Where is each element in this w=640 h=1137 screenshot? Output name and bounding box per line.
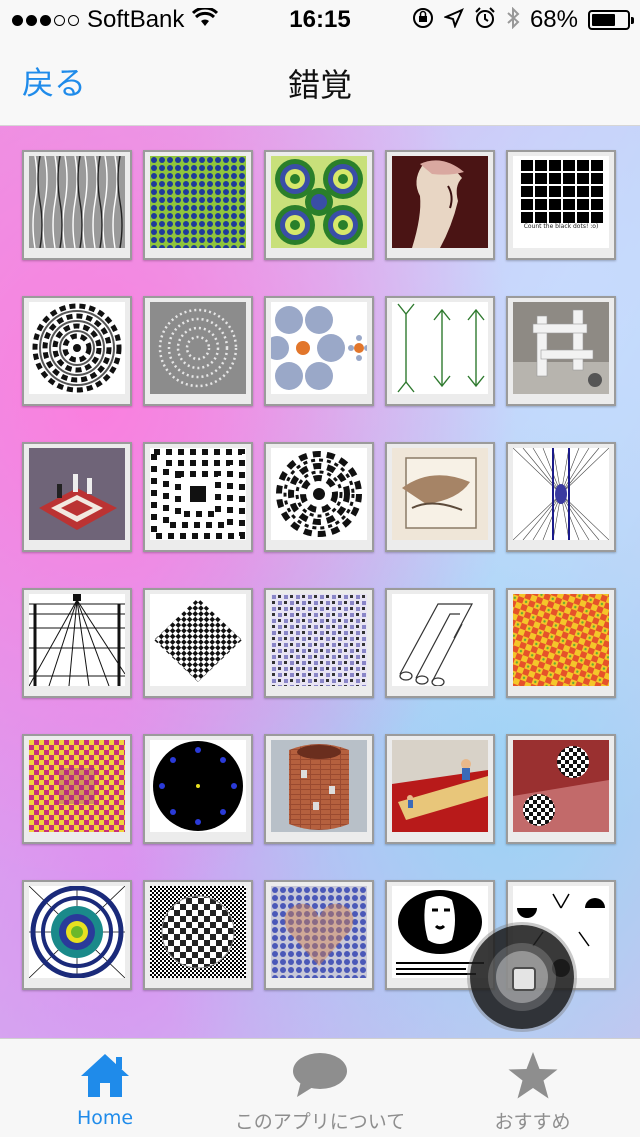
green-blue-dots-icon bbox=[150, 156, 246, 248]
thumb-checkered-spheres[interactable] bbox=[506, 734, 616, 844]
tab-recommended[interactable]: おすすめ bbox=[470, 1039, 595, 1137]
concentric-rings-icon bbox=[29, 886, 125, 978]
battery-percent: 68% bbox=[529, 6, 578, 33]
thumb-muller-lyer-arrows[interactable] bbox=[385, 296, 495, 406]
checker-diamond-icon bbox=[150, 594, 246, 686]
thumbnail-grid: Count the black dots! :o) bbox=[22, 150, 616, 990]
tab-about-app[interactable]: このアプリについて bbox=[220, 1039, 420, 1137]
rotating-snakes-icon bbox=[271, 156, 367, 248]
status-bar: SoftBank 16:15 68% bbox=[0, 0, 640, 40]
ebbinghaus-icon bbox=[271, 302, 367, 394]
assistive-touch-icon bbox=[512, 967, 536, 991]
escher-drawing-icon bbox=[392, 448, 488, 540]
hering-lines-icon bbox=[513, 448, 609, 540]
thumb-rotating-snakes[interactable] bbox=[264, 150, 374, 260]
impossible-structure-icon bbox=[513, 302, 609, 394]
pattern-grid-icon bbox=[271, 594, 367, 686]
checker-vortex-icon bbox=[271, 448, 367, 540]
orientation-lock-icon bbox=[412, 7, 434, 33]
location-icon bbox=[443, 8, 464, 32]
thumb-checker-tunnel[interactable] bbox=[143, 442, 253, 552]
thumb-pattern-grid[interactable] bbox=[264, 588, 374, 698]
impossible-fork-icon bbox=[392, 594, 488, 686]
thumb-spiral-swirl[interactable] bbox=[22, 296, 132, 406]
old-woman-portrait-icon bbox=[392, 156, 488, 248]
thumb-old-young-woman[interactable] bbox=[385, 150, 495, 260]
assistive-touch-ring-inner bbox=[496, 951, 548, 1003]
thumb-impossible-structure[interactable] bbox=[506, 296, 616, 406]
checkered-spheres-icon bbox=[513, 740, 609, 832]
tab-home[interactable]: Home bbox=[40, 1039, 170, 1137]
dots-heart-icon bbox=[271, 886, 367, 978]
thumb-gray-dot-circles[interactable] bbox=[143, 296, 253, 406]
thumb-green-blue-dots[interactable] bbox=[143, 150, 253, 260]
thumb-gray-wavy-lines[interactable] bbox=[22, 150, 132, 260]
thumb-dots-heart[interactable] bbox=[264, 880, 374, 990]
thumb-size-illusion-room[interactable] bbox=[385, 734, 495, 844]
thumb-blue-dots-circle[interactable] bbox=[143, 734, 253, 844]
thumb-perspective-grid[interactable] bbox=[22, 588, 132, 698]
thumb-brick-tower[interactable] bbox=[264, 734, 374, 844]
thumb-hering-lines[interactable] bbox=[506, 442, 616, 552]
battery-icon bbox=[588, 10, 634, 30]
thumb-ebbinghaus-circles[interactable] bbox=[264, 296, 374, 406]
assistive-touch-ring bbox=[488, 943, 556, 1011]
thumb-caption: Count the black dots! :o) bbox=[523, 223, 599, 230]
chess-board-icon bbox=[29, 448, 125, 540]
thumb-red-yellow-pattern[interactable] bbox=[506, 588, 616, 698]
hermann-grid-icon: Count the black dots! :o) bbox=[513, 156, 609, 248]
thumb-checker-diamond[interactable] bbox=[143, 588, 253, 698]
checker-tunnel-icon bbox=[150, 448, 246, 540]
assistive-touch-button[interactable] bbox=[470, 925, 574, 1029]
red-yellow-pattern-icon bbox=[513, 594, 609, 686]
pink-yellow-checker-icon bbox=[29, 740, 125, 832]
thumb-chess-board[interactable] bbox=[22, 442, 132, 552]
page-title: 錯覚 bbox=[287, 66, 352, 104]
thumb-checker-vortex[interactable] bbox=[264, 442, 374, 552]
house-icon bbox=[79, 1051, 131, 1103]
tab-about-app-label: このアプリについて bbox=[234, 1111, 406, 1133]
status-icons: 68% bbox=[412, 6, 634, 34]
alarm-icon bbox=[474, 7, 496, 33]
thumb-concentric-rings[interactable] bbox=[22, 880, 132, 990]
spiral-icon bbox=[29, 302, 125, 394]
checker-sphere-icon bbox=[150, 886, 246, 978]
speech-bubble-icon bbox=[291, 1051, 349, 1103]
thumb-checker-sphere[interactable] bbox=[143, 880, 253, 990]
muller-lyer-icon bbox=[392, 302, 488, 394]
gray-stripes-icon bbox=[29, 156, 125, 248]
tab-bar: Home このアプリについて おすすめ bbox=[0, 1038, 640, 1136]
thumb-escher-drawing[interactable] bbox=[385, 442, 495, 552]
perspective-grid-icon bbox=[29, 594, 125, 686]
gray-dot-circles-icon bbox=[150, 302, 246, 394]
battery-fill bbox=[592, 14, 616, 26]
illusion-gallery: Count the black dots! :o) bbox=[0, 126, 640, 1038]
star-icon bbox=[507, 1051, 559, 1105]
size-illusion-room-icon bbox=[392, 740, 488, 832]
brick-tower-icon bbox=[271, 740, 367, 832]
thumb-black-grid[interactable]: Count the black dots! :o) bbox=[506, 150, 616, 260]
tab-recommended-label: おすすめ bbox=[494, 1111, 571, 1133]
thumb-impossible-fork[interactable] bbox=[385, 588, 495, 698]
blue-dots-circle-icon bbox=[150, 740, 246, 832]
bluetooth-icon bbox=[506, 6, 520, 33]
thumb-pink-yellow-checker[interactable] bbox=[22, 734, 132, 844]
navigation-bar: 戻る 錯覚 bbox=[0, 40, 640, 126]
tab-home-label: Home bbox=[76, 1107, 134, 1129]
